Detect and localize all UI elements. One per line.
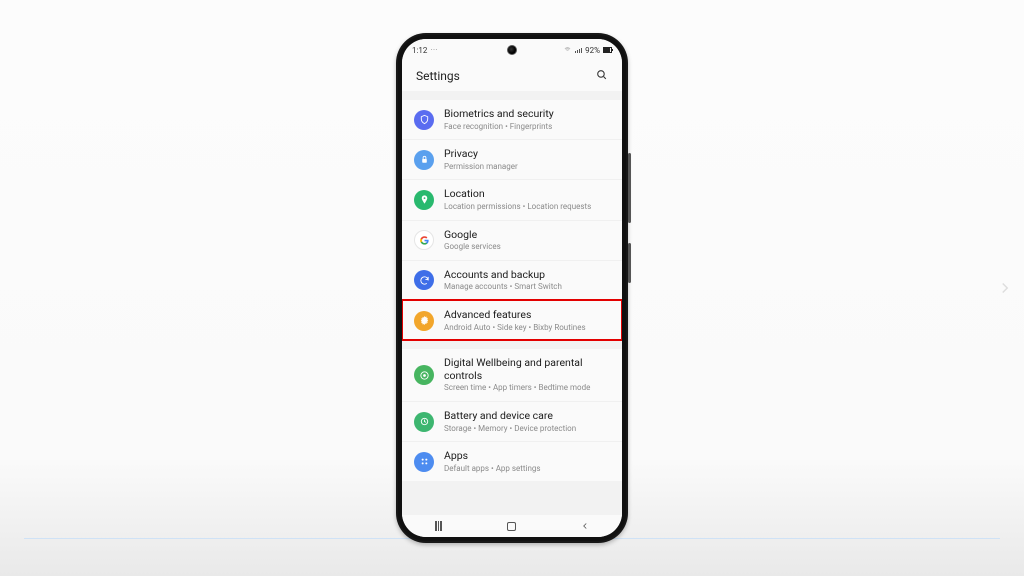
battery-care-icon	[414, 412, 434, 432]
search-button[interactable]	[595, 68, 608, 84]
search-icon	[595, 68, 608, 81]
row-subtitle: Android Auto • Side key • Bixby Routines	[444, 323, 608, 333]
back-icon	[578, 521, 592, 531]
google-logo-icon	[414, 230, 434, 250]
row-location[interactable]: Location Location permissions • Location…	[402, 179, 622, 219]
row-title: Advanced features	[444, 309, 608, 322]
carousel-next-icon[interactable]	[996, 279, 1014, 297]
row-biometrics-security[interactable]: Biometrics and security Face recognition…	[402, 100, 622, 139]
lock-icon	[414, 150, 434, 170]
status-indicator-icon: ⋯	[430, 46, 437, 54]
nav-back-button[interactable]	[576, 520, 594, 532]
status-time: 1:12	[412, 46, 427, 55]
row-subtitle: Google services	[444, 242, 608, 252]
settings-header: Settings	[402, 61, 622, 91]
nav-recent-button[interactable]	[430, 520, 448, 532]
row-title: Biometrics and security	[444, 108, 608, 121]
row-title: Apps	[444, 450, 608, 463]
location-pin-icon	[414, 190, 434, 210]
row-accounts-backup[interactable]: Accounts and backup Manage accounts • Sm…	[402, 260, 622, 300]
row-title: Google	[444, 229, 608, 242]
apps-grid-icon	[414, 452, 434, 472]
signal-icon	[575, 48, 582, 53]
gear-plus-icon	[414, 311, 434, 331]
row-digital-wellbeing[interactable]: Digital Wellbeing and parental controls …	[402, 349, 622, 401]
row-apps[interactable]: Apps Default apps • App settings	[402, 441, 622, 481]
row-subtitle: Screen time • App timers • Bedtime mode	[444, 383, 608, 393]
row-subtitle: Face recognition • Fingerprints	[444, 122, 608, 132]
volume-button	[628, 153, 631, 223]
row-title: Privacy	[444, 148, 608, 161]
row-google[interactable]: Google Google services	[402, 220, 622, 260]
front-camera	[507, 45, 517, 55]
battery-percent: 92%	[585, 46, 600, 55]
power-button	[628, 243, 631, 283]
row-title: Digital Wellbeing and parental controls	[444, 357, 608, 382]
phone-frame: 1:12 ⋯ 92% Settings	[396, 33, 628, 543]
home-icon	[507, 522, 516, 531]
row-title: Accounts and backup	[444, 269, 608, 282]
page-title: Settings	[416, 69, 460, 83]
row-title: Location	[444, 188, 608, 201]
wifi-icon	[563, 46, 572, 55]
recent-icon	[435, 521, 442, 531]
row-subtitle: Permission manager	[444, 162, 608, 172]
row-subtitle: Manage accounts • Smart Switch	[444, 282, 608, 292]
row-battery-device-care[interactable]: Battery and device care Storage • Memory…	[402, 401, 622, 441]
android-nav-bar	[402, 515, 622, 537]
sync-icon	[414, 270, 434, 290]
settings-list[interactable]: Biometrics and security Face recognition…	[402, 91, 622, 515]
battery-icon	[603, 47, 612, 53]
row-subtitle: Default apps • App settings	[444, 464, 608, 474]
shield-fingerprint-icon	[414, 110, 434, 130]
row-subtitle: Storage • Memory • Device protection	[444, 424, 608, 434]
row-title: Battery and device care	[444, 410, 608, 423]
row-subtitle: Location permissions • Location requests	[444, 202, 608, 212]
phone-screen: 1:12 ⋯ 92% Settings	[402, 39, 622, 537]
wellbeing-icon	[414, 365, 434, 385]
nav-home-button[interactable]	[503, 520, 521, 532]
row-advanced-features[interactable]: Advanced features Android Auto • Side ke…	[402, 300, 622, 340]
row-privacy[interactable]: Privacy Permission manager	[402, 139, 622, 179]
